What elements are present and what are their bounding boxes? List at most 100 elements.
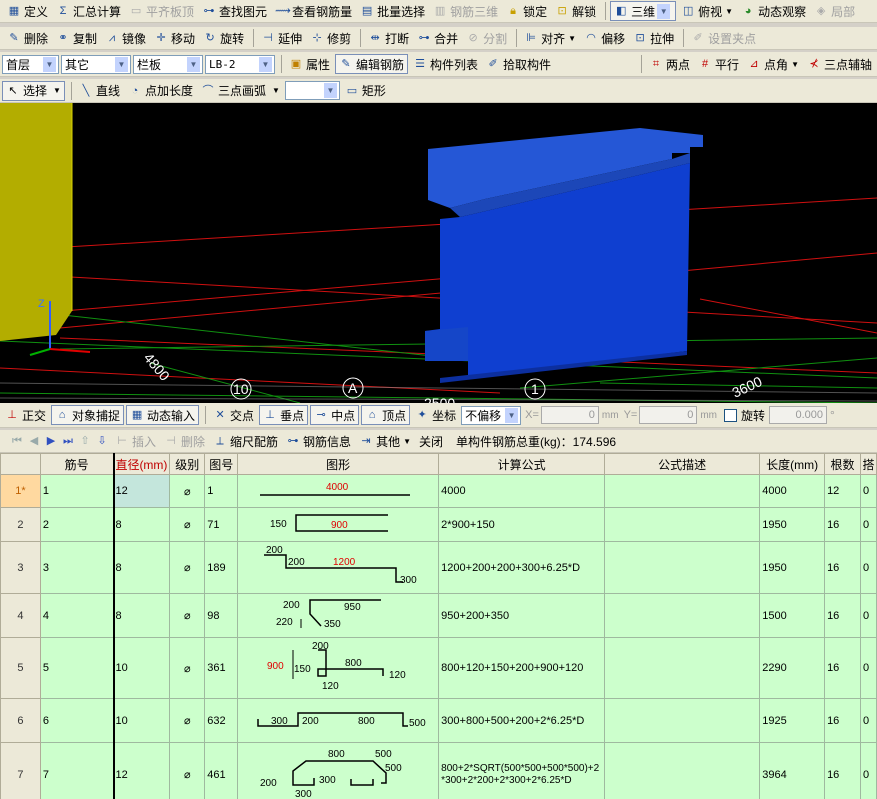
header-cell[interactable]: 计算公式	[438, 453, 606, 475]
delete-button[interactable]: ✎ 删除	[4, 28, 51, 48]
formula-desc-cell[interactable]	[604, 637, 761, 699]
diameter-cell[interactable]: 8	[112, 541, 171, 594]
type-select[interactable]: 栏板 ▼	[133, 54, 203, 74]
lap-cell[interactable]: 0	[859, 474, 877, 508]
object-snap-button[interactable]: ⌂ 对象捕捉	[51, 405, 125, 425]
point-length-button[interactable]: ◔ 点加长度	[125, 81, 196, 101]
align-button[interactable]: ⊫ 对齐 ▼	[521, 28, 579, 48]
extend-button[interactable]: ⊣ 延伸	[258, 28, 305, 48]
formula-cell[interactable]: 800+120+150+200+900+120	[438, 637, 606, 699]
3d-view-button[interactable]: ◧ 三维 ▼	[610, 1, 677, 21]
set-grip-button[interactable]: ✐ 设置夹点	[688, 28, 759, 48]
table-row[interactable]: 3 3 8 ⌀ 189 200 200 1200 300 1200+200+20…	[0, 541, 877, 594]
row-number[interactable]: 6	[0, 698, 41, 743]
figure-no-cell[interactable]: 98	[204, 593, 239, 638]
lap-cell[interactable]: 0	[859, 593, 877, 638]
top-view-button[interactable]: ◫ 俯视 ▼	[678, 1, 736, 21]
shape-cell[interactable]: 800 500 500 200 300 300	[237, 742, 440, 799]
table-row[interactable]: 2 2 8 ⌀ 71 150 900 2*900+150 1950 16 0	[0, 507, 877, 542]
local-button[interactable]: ◈ 局部	[811, 1, 858, 21]
line-button[interactable]: ╲ 直线	[76, 81, 123, 101]
row-number[interactable]: 7	[0, 742, 41, 799]
lap-cell[interactable]: 0	[859, 507, 877, 542]
row-number[interactable]: 2	[0, 507, 41, 542]
vertex-snap-button[interactable]: ⌂ 顶点	[361, 405, 411, 425]
dynamic-orbit-button[interactable]: ◕ 动态观察	[738, 1, 809, 21]
count-cell[interactable]: 16	[824, 507, 861, 542]
table-row[interactable]: 7 7 12 ⌀ 461 800 500 500 200 300 300 800…	[0, 742, 877, 799]
row-number[interactable]: 3	[0, 541, 41, 594]
count-cell[interactable]: 12	[824, 474, 861, 508]
find-element-button[interactable]: ⊶ 查找图元	[199, 1, 270, 21]
midpoint-snap-button[interactable]: ⊸ 中点	[310, 405, 360, 425]
rotate-input[interactable]: 0.000	[769, 406, 828, 424]
lap-cell[interactable]: 0	[859, 637, 877, 699]
lap-cell[interactable]: 0	[859, 698, 877, 743]
header-cell[interactable]: 根数	[824, 453, 861, 475]
figure-no-cell[interactable]: 461	[204, 742, 239, 799]
summary-calc-button[interactable]: Σ 汇总计算	[53, 1, 124, 21]
shape-cell[interactable]: 4000	[237, 474, 440, 508]
table-row[interactable]: 1* 1 12 ⌀ 1 4000 4000 4000 12 0	[0, 474, 877, 508]
figure-no-cell[interactable]: 189	[204, 541, 239, 594]
count-cell[interactable]: 16	[824, 593, 861, 638]
formula-cell[interactable]: 300+800+500+200+2*6.25*D	[438, 698, 606, 743]
figure-no-cell[interactable]: 71	[204, 507, 239, 542]
header-cell[interactable]: 直径(mm)	[112, 453, 171, 475]
row-number[interactable]: 5	[0, 637, 41, 699]
rebar-no-cell[interactable]: 2	[39, 507, 114, 542]
parallel-button[interactable]: # 平行	[695, 54, 742, 74]
three-point-axis-button[interactable]: ⊀ 三点辅轴	[804, 54, 875, 74]
draw-option-select[interactable]: ▼	[284, 81, 340, 100]
formula-cell[interactable]: 950+200+350	[438, 593, 606, 638]
lap-cell[interactable]: 0	[859, 541, 877, 594]
formula-cell[interactable]: 1200+200+200+300+6.25*D	[438, 541, 606, 594]
table-row[interactable]: 6 6 10 ⌀ 632 300 200 800 500 300+800+500…	[0, 698, 877, 743]
diameter-cell[interactable]: 8	[112, 507, 171, 542]
three-point-arc-button[interactable]: ⌒ 三点画弧 ▼	[198, 81, 283, 101]
last-record-icon[interactable]: ⏭︎	[61, 434, 75, 448]
lock-button[interactable]: 🔒︎ 锁定	[503, 1, 550, 21]
point-angle-button[interactable]: ⊿ 点角 ▼	[744, 54, 802, 74]
move-down-icon[interactable]: ⇩	[95, 434, 109, 448]
element-list-button[interactable]: ☰ 构件列表	[410, 54, 481, 74]
ortho-button[interactable]: ⊥ 正交	[2, 405, 49, 425]
intersection-snap-button[interactable]: ✕ 交点	[210, 405, 257, 425]
rectangle-button[interactable]: ▭ 矩形	[342, 81, 389, 101]
header-cell[interactable]: 图形	[237, 453, 440, 475]
figure-no-cell[interactable]: 361	[204, 637, 239, 699]
diameter-cell[interactable]: 10	[112, 637, 171, 699]
formula-desc-cell[interactable]	[604, 742, 761, 799]
formula-desc-cell[interactable]	[604, 698, 761, 743]
rebar-3d-button[interactable]: ▥ 钢筋三维	[430, 1, 501, 21]
formula-cell[interactable]: 4000	[438, 474, 606, 508]
rebar-no-cell[interactable]: 7	[39, 742, 114, 799]
rotate-checkbox[interactable]	[724, 408, 737, 422]
lap-cell[interactable]: 0	[859, 742, 877, 799]
formula-desc-cell[interactable]	[604, 507, 761, 542]
pick-element-button[interactable]: ✐ 拾取构件	[483, 54, 554, 74]
header-cell[interactable]: 长度(mm)	[759, 453, 826, 475]
table-row[interactable]: 5 5 10 ⌀ 361 200 900 150 800 120 120 800…	[0, 637, 877, 699]
diameter-cell[interactable]: 12	[112, 742, 171, 799]
unlock-button[interactable]: ⊡ 解锁	[552, 1, 599, 21]
count-cell[interactable]: 16	[824, 541, 861, 594]
table-row[interactable]: 4 4 8 ⌀ 98 200 950 220 350 950+200+350 1…	[0, 593, 877, 638]
header-cell[interactable]: 筋号	[39, 453, 114, 475]
shape-cell[interactable]: 300 200 800 500	[237, 698, 440, 743]
rebar-no-cell[interactable]: 1	[39, 474, 114, 508]
properties-button[interactable]: ▣ 属性	[286, 54, 333, 74]
grade-cell[interactable]: ⌀	[169, 637, 206, 699]
formula-desc-cell[interactable]	[604, 474, 761, 508]
insert-button[interactable]: ⊢ 插入	[112, 431, 159, 451]
rebar-info-button[interactable]: ⊶ 钢筋信息	[283, 431, 354, 451]
header-cell[interactable]: 级别	[169, 453, 206, 475]
row-number[interactable]: 4	[0, 593, 41, 638]
close-button[interactable]: 关闭	[416, 431, 446, 451]
header-cell[interactable]: 搭	[859, 453, 877, 475]
delete-row-button[interactable]: ⊣ 删除	[161, 431, 208, 451]
x-input[interactable]: 0	[540, 406, 599, 424]
rebar-no-cell[interactable]: 3	[39, 541, 114, 594]
rebar-no-cell[interactable]: 4	[39, 593, 114, 638]
two-point-button[interactable]: ⌗ 两点	[646, 54, 693, 74]
